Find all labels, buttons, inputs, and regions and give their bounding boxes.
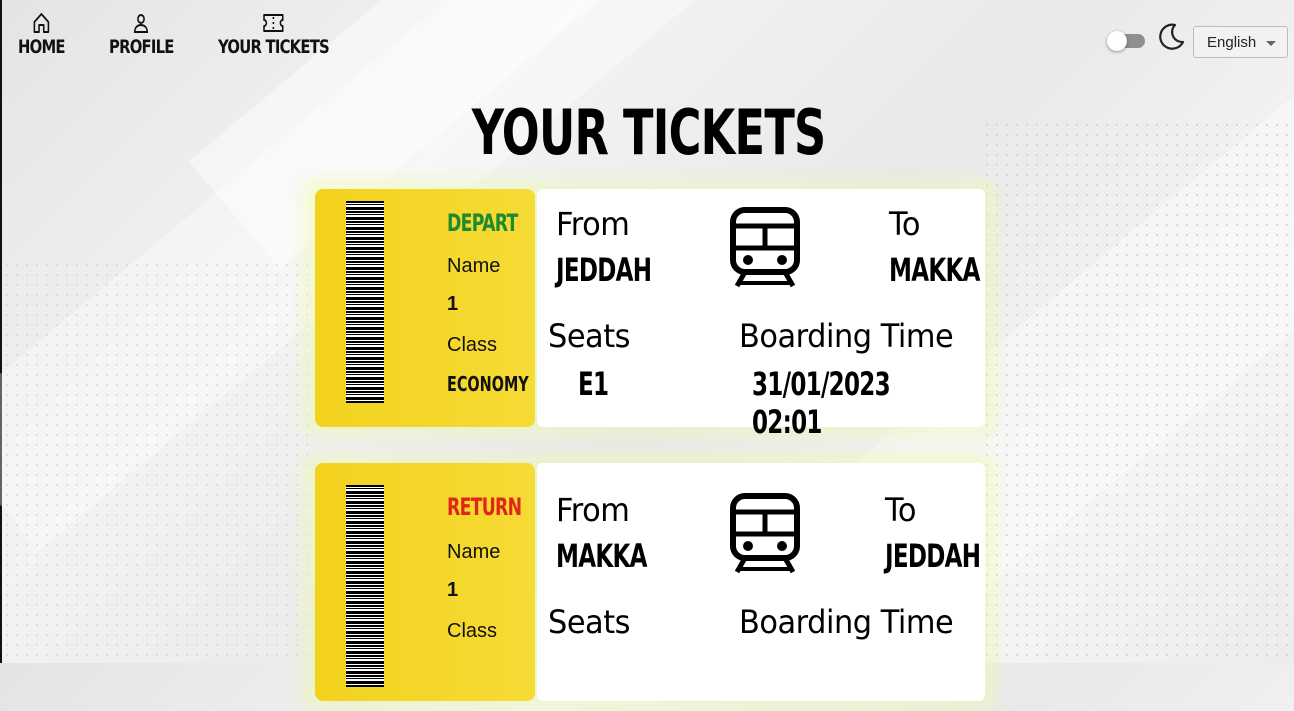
from-label: From — [556, 491, 630, 529]
ticket-card[interactable]: RETURN Name 1 Class From MAKKA To JEDDAH… — [301, 453, 997, 711]
name-label: Name — [447, 541, 501, 563]
class-label: Class — [447, 334, 498, 356]
ticket-direction: DEPART — [447, 209, 518, 237]
nav-tickets-label: YOUR TICKETS — [218, 36, 330, 58]
ticket-details: From JEDDAH To MAKKA Seats E1 Boarding T… — [537, 189, 985, 441]
nav-tickets-link[interactable]: YOUR TICKETS — [218, 10, 330, 58]
seats-value: E1 — [578, 365, 609, 403]
train-icon — [730, 493, 800, 574]
to-value: JEDDAH — [885, 537, 981, 575]
nav-home-label: HOME — [18, 36, 66, 58]
language-selected-value: English — [1207, 33, 1257, 51]
from-value: JEDDAH — [556, 251, 652, 289]
language-select[interactable]: English — [1193, 26, 1288, 58]
seats-label: Seats — [548, 317, 631, 355]
nav-profile-label: PROFILE — [109, 36, 174, 58]
page-title: YOUR TICKETS — [472, 96, 826, 169]
ticket-icon — [263, 10, 285, 36]
barcode-icon — [346, 201, 384, 403]
to-value: MAKKA — [889, 251, 980, 289]
boarding-time-label: Boarding Time — [739, 317, 954, 355]
boarding-time-value: 31/01/2023 02:01 — [752, 365, 891, 441]
ticket-details: From MAKKA To JEDDAH Seats Boarding Time — [537, 463, 985, 701]
to-label: To — [885, 491, 917, 529]
toggle-knob — [1107, 31, 1127, 51]
ticket-direction: RETURN — [447, 493, 522, 521]
user-icon — [132, 10, 151, 36]
ticket-card[interactable]: DEPART Name 1 Class ECONOMY From JEDDAH … — [301, 179, 997, 441]
background-dots — [982, 120, 1294, 663]
boarding-time-label: Boarding Time — [739, 603, 954, 641]
class-label: Class — [447, 620, 498, 642]
home-icon — [32, 10, 51, 36]
theme-toggle[interactable] — [1107, 31, 1145, 51]
name-value: 1 — [447, 293, 459, 315]
to-label: To — [889, 205, 921, 243]
chevron-down-icon — [1266, 41, 1276, 46]
seats-label: Seats — [548, 603, 631, 641]
barcode-icon — [346, 485, 384, 687]
top-navigation: HOME PROFILE YOUR TICKETS — [2, 0, 402, 80]
ticket-stub: DEPART Name 1 Class ECONOMY — [315, 189, 535, 427]
from-label: From — [556, 205, 630, 243]
background-dots — [2, 260, 312, 663]
nav-home-link[interactable]: HOME — [18, 10, 66, 58]
train-icon — [730, 207, 800, 288]
ticket-stub: RETURN Name 1 Class — [315, 463, 535, 701]
name-value: 1 — [447, 579, 459, 601]
name-label: Name — [447, 255, 501, 277]
from-value: MAKKA — [556, 537, 647, 575]
moon-icon[interactable] — [1156, 22, 1186, 52]
nav-profile-link[interactable]: PROFILE — [109, 10, 174, 58]
